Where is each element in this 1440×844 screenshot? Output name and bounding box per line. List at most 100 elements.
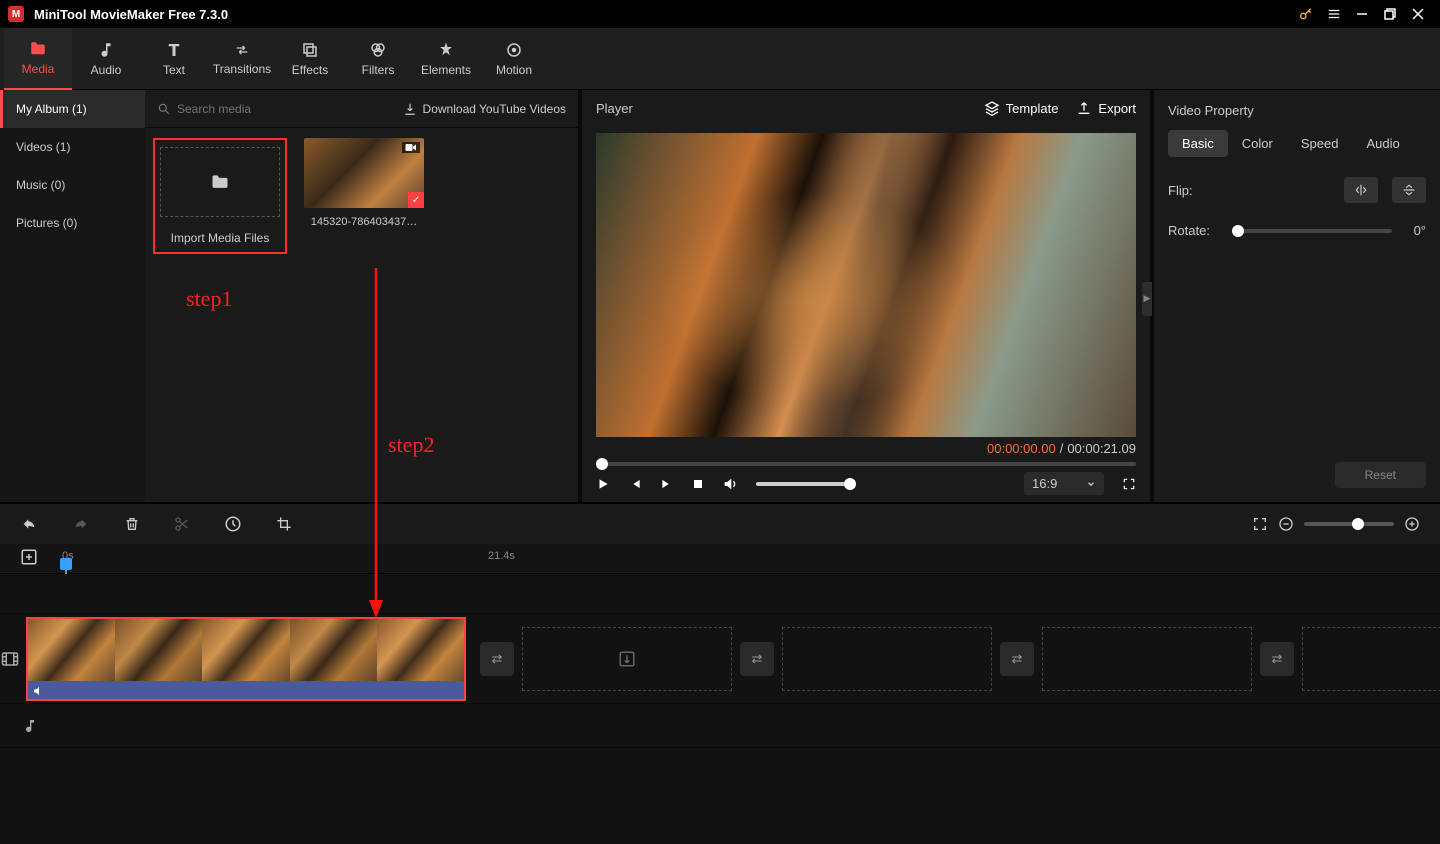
flip-vertical-button[interactable] (1392, 177, 1426, 203)
tab-label: Media (22, 62, 55, 76)
video-badge-icon (402, 142, 420, 153)
delete-button[interactable] (124, 515, 140, 533)
folder-icon (28, 40, 48, 58)
empty-clip-slot[interactable] (1302, 627, 1440, 691)
search-field[interactable] (157, 102, 395, 116)
play-button[interactable] (596, 477, 610, 491)
tab-motion[interactable]: Motion (480, 28, 548, 90)
tab-label: Color (1242, 136, 1273, 151)
tab-effects[interactable]: Effects (276, 28, 344, 90)
app-title: MiniTool MovieMaker Free 7.3.0 (34, 7, 1292, 22)
album-label: My Album (1) (16, 102, 87, 116)
album-pictures[interactable]: Pictures (0) (0, 204, 145, 242)
player-title: Player (596, 101, 966, 116)
next-frame-button[interactable] (660, 477, 674, 491)
fullscreen-button[interactable] (1122, 477, 1136, 491)
search-input[interactable] (177, 102, 317, 116)
zoom-out-button[interactable] (1278, 516, 1294, 532)
video-viewport: ▶ (582, 127, 1150, 437)
empty-clip-slot[interactable] (1042, 627, 1252, 691)
time-separator: / (1060, 441, 1064, 456)
fit-timeline-button[interactable] (1252, 516, 1268, 532)
ruler-mark-1: 21.4s (488, 550, 515, 562)
video-track[interactable]: ⇄ ⇄ ⇄ ⇄ (0, 614, 1440, 704)
playhead[interactable] (60, 558, 72, 570)
timeline-ruler[interactable]: 0s 21.4s (0, 544, 1440, 574)
rotate-slider[interactable] (1232, 229, 1392, 233)
undo-button[interactable] (20, 516, 38, 532)
volume-handle[interactable] (844, 478, 856, 490)
aspect-value: 16:9 (1032, 476, 1057, 491)
text-icon (165, 41, 183, 59)
rotate-value: 0° (1414, 223, 1426, 238)
minimize-button[interactable] (1348, 0, 1376, 28)
export-button[interactable]: Export (1076, 100, 1136, 116)
tab-label: Motion (496, 63, 532, 77)
export-icon (1076, 100, 1092, 116)
zoom-slider[interactable] (1304, 522, 1394, 526)
tab-elements[interactable]: Elements (412, 28, 480, 90)
crop-button[interactable] (276, 516, 292, 532)
album-music[interactable]: Music (0) (0, 166, 145, 204)
titlebar: M MiniTool MovieMaker Free 7.3.0 (0, 0, 1440, 28)
tab-label: Elements (421, 63, 471, 77)
media-clip-tile[interactable]: ✓ 145320-786403437… (297, 138, 431, 228)
prop-tab-color[interactable]: Color (1228, 130, 1287, 157)
aspect-ratio-select[interactable]: 16:9 (1024, 472, 1104, 495)
seek-slider[interactable] (596, 462, 1136, 466)
transition-slot[interactable]: ⇄ (480, 642, 514, 676)
add-track-button[interactable] (20, 548, 38, 566)
empty-clip-slot[interactable] (522, 627, 732, 691)
download-youtube-button[interactable]: Download YouTube Videos (403, 102, 566, 116)
prop-tab-basic[interactable]: Basic (1168, 130, 1228, 157)
close-button[interactable] (1404, 0, 1432, 28)
video-canvas[interactable] (596, 133, 1136, 437)
elements-icon (437, 41, 455, 59)
tab-label: Audio (91, 63, 122, 77)
music-note-icon (97, 41, 115, 59)
redo-button[interactable] (72, 516, 90, 532)
prop-tab-speed[interactable]: Speed (1287, 130, 1353, 157)
maximize-button[interactable] (1376, 0, 1404, 28)
timeline-clip[interactable] (26, 617, 466, 701)
tab-media[interactable]: Media (4, 28, 72, 90)
tab-filters[interactable]: Filters (344, 28, 412, 90)
clip-name: 145320-786403437… (304, 216, 424, 228)
album-myalbum[interactable]: My Album (1) (0, 90, 145, 128)
zoom-handle[interactable] (1352, 518, 1364, 530)
reset-button[interactable]: Reset (1335, 462, 1426, 488)
tab-text[interactable]: Text (140, 28, 208, 90)
transition-slot[interactable]: ⇄ (740, 642, 774, 676)
split-button[interactable] (174, 516, 190, 532)
zoom-in-button[interactable] (1404, 516, 1420, 532)
panel-expand-handle[interactable]: ▶ (1142, 282, 1152, 316)
menu-icon[interactable] (1320, 0, 1348, 28)
album-videos[interactable]: Videos (1) (0, 128, 145, 166)
app-logo-icon: M (8, 6, 24, 22)
import-media-tile[interactable]: Import Media Files (153, 138, 287, 254)
video-track-icon (0, 650, 20, 668)
download-icon (403, 102, 417, 116)
tab-transitions[interactable]: Transitions (208, 28, 276, 90)
license-key-icon[interactable] (1292, 0, 1320, 28)
tab-label: Text (163, 63, 185, 77)
volume-button[interactable] (722, 476, 738, 492)
rotate-handle[interactable] (1232, 225, 1244, 237)
audio-track[interactable] (0, 704, 1440, 748)
template-button[interactable]: Template (984, 100, 1059, 116)
transition-slot[interactable]: ⇄ (1260, 642, 1294, 676)
stop-button[interactable] (692, 478, 704, 490)
main-toolbar: Media Audio Text Transitions Effects Fil… (0, 28, 1440, 90)
album-sidebar: My Album (1) Videos (1) Music (0) Pictur… (0, 90, 145, 502)
tab-audio[interactable]: Audio (72, 28, 140, 90)
speed-button[interactable] (224, 515, 242, 533)
prev-frame-button[interactable] (628, 477, 642, 491)
import-label: Import Media Files (171, 231, 270, 245)
volume-slider[interactable] (756, 482, 852, 486)
prop-tab-audio[interactable]: Audio (1352, 130, 1413, 157)
empty-clip-slot[interactable] (782, 627, 992, 691)
flip-horizontal-button[interactable] (1344, 177, 1378, 203)
text-track[interactable] (0, 574, 1440, 614)
seek-handle[interactable] (596, 458, 608, 470)
transition-slot[interactable]: ⇄ (1000, 642, 1034, 676)
